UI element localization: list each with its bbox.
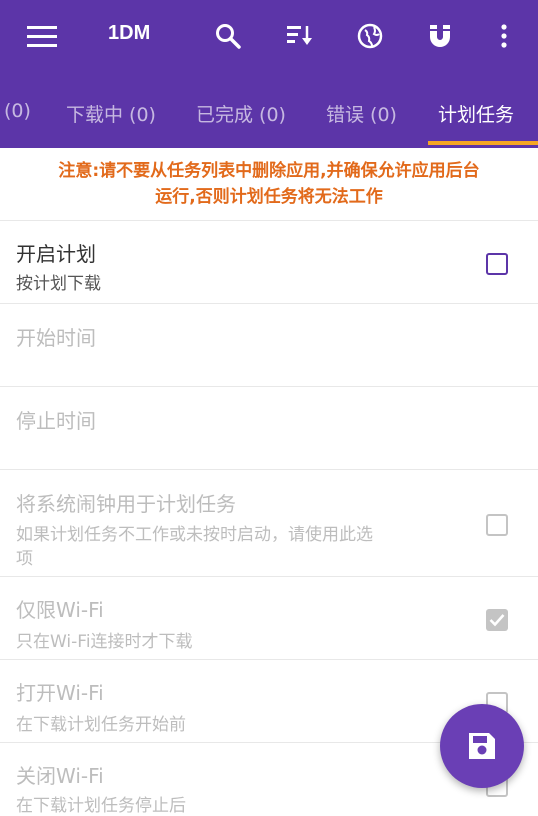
sort-icon[interactable] [282,18,318,54]
wifi-only-checkbox[interactable] [486,609,508,631]
notice-line-2: 运行,否则计划任务将无法工作 [155,187,383,207]
toolbar: 1DM [0,0,538,72]
checkmark-icon [489,614,505,627]
schedule-notice: 注意:请不要从任务列表中删除应用,并确保允许应用后台 运行,否则计划任务将无法工… [0,148,538,221]
tab-downloading[interactable]: 下载中 (0) [66,100,156,127]
tab-indicator [428,141,538,145]
tab-scheduled[interactable]: 计划任务 [438,100,514,127]
save-button[interactable] [440,704,524,788]
setting-start-time[interactable]: 开始时间 [0,304,538,387]
system-alarm-checkbox[interactable] [486,514,508,536]
setting-subtitle-line-1: 如果计划任务不工作或未按时启动，请使用此选 [16,525,373,545]
setting-enable-schedule[interactable]: 开启计划 按计划下载 [0,221,538,304]
save-icon [469,733,495,759]
setting-subtitle-line-2: 项 [16,549,33,569]
setting-stop-time[interactable]: 停止时间 [0,387,538,470]
setting-title: 将系统闹钟用于计划任务 [16,492,236,516]
search-icon[interactable] [210,18,246,54]
app-bar: 1DM (0) 下载中 (0) 已完成 (0) 错误 (0) 计划任务 [0,0,538,148]
setting-wifi-only[interactable]: 仅限Wi-Fi 只在Wi-Fi连接时才下载 [0,577,538,660]
setting-subtitle: 按计划下载 [16,274,101,294]
more-vert-icon[interactable] [486,18,522,54]
setting-subtitle: 在下载计划任务停止后 [16,796,186,816]
setting-title: 开启计划 [16,242,96,266]
setting-use-system-alarm[interactable]: 将系统闹钟用于计划任务 如果计划任务不工作或未按时启动，请使用此选 项 [0,470,538,577]
setting-title: 开始时间 [16,326,96,350]
setting-subtitle: 只在Wi-Fi连接时才下载 [16,632,193,652]
setting-title: 关闭Wi-Fi [16,764,104,788]
notice-line-1: 注意:请不要从任务列表中删除应用,并确保允许应用后台 [58,161,480,181]
menu-icon[interactable] [24,18,60,54]
globe-icon[interactable] [352,18,388,54]
setting-title: 停止时间 [16,409,96,433]
setting-title: 打开Wi-Fi [16,681,104,705]
setting-title: 仅限Wi-Fi [16,598,104,622]
tab-completed[interactable]: 已完成 (0) [196,100,286,127]
enable-schedule-checkbox[interactable] [486,253,508,275]
magnet-icon[interactable] [422,18,458,54]
tab-all[interactable]: (0) [4,100,31,122]
tab-errors[interactable]: 错误 (0) [326,100,397,127]
setting-subtitle: 在下载计划任务开始前 [16,715,186,735]
tab-bar: (0) 下载中 (0) 已完成 (0) 错误 (0) 计划任务 [0,88,538,148]
app-title: 1DM [108,22,151,44]
